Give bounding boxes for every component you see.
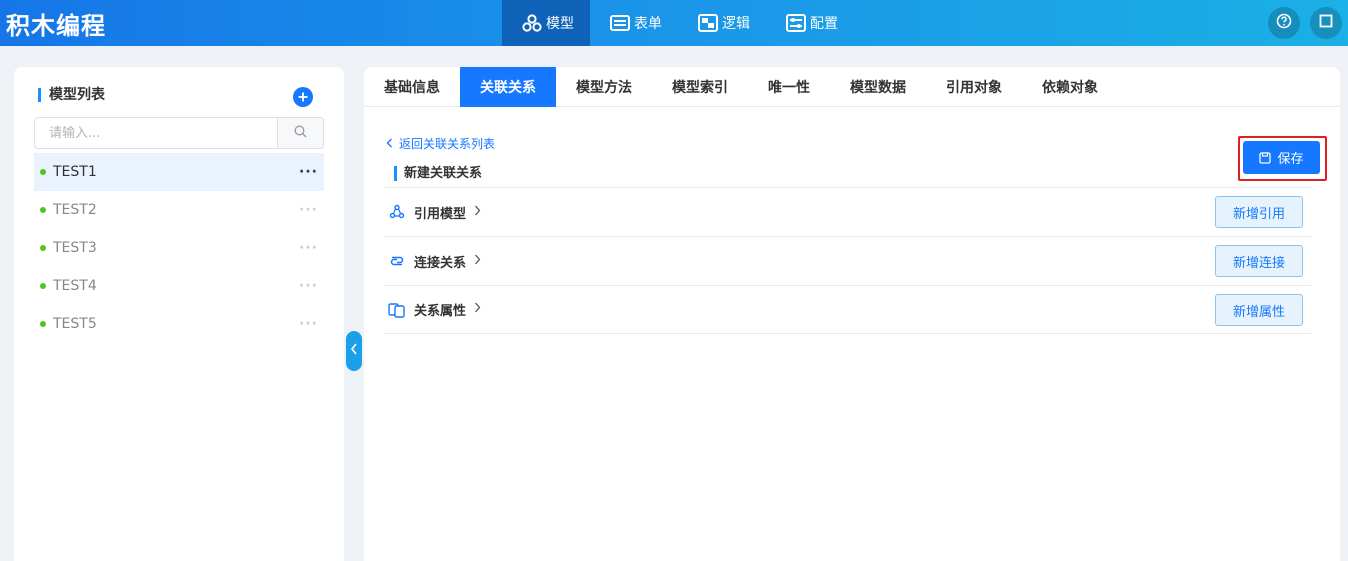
more-icon[interactable]: ··· [299,240,318,256]
save-label: 保存 [1277,152,1304,167]
logic-icon [698,13,718,33]
detail-tabs: 基础信息 关联关系 模型方法 模型索引 唯一性 模型数据 引用对象 依赖对象 [364,67,1340,107]
save-icon [1259,151,1272,164]
help-icon [1276,13,1292,33]
attribute-icon [388,301,406,319]
status-dot [40,321,46,327]
model-name: TEST4 [53,278,97,294]
model-search [34,117,324,149]
chevron-left-icon [386,137,393,151]
tab-referenced-objects[interactable]: 引用对象 [926,67,1022,107]
plus-icon [298,89,308,105]
row-label: 连接关系 [414,255,467,271]
config-icon [786,13,806,33]
top-bar: 积木编程 模型 表单 逻辑 配置 [0,0,1348,46]
tab-model-methods[interactable]: 模型方法 [556,67,652,107]
nav-item-label: 配置 [810,16,838,32]
status-dot [40,283,46,289]
tab-model-data[interactable]: 模型数据 [830,67,926,107]
help-button[interactable] [1268,7,1300,39]
status-dot [40,245,46,251]
link-icon [388,252,406,270]
row-label: 引用模型 [414,206,467,222]
model-item-test5[interactable]: TEST5 ··· [34,305,324,343]
row-link-relation: 连接关系 新增连接 [384,236,1311,285]
search-button[interactable] [277,118,323,148]
nav-item-label: 逻辑 [722,16,750,32]
tab-uniqueness[interactable]: 唯一性 [748,67,830,107]
search-icon [294,125,307,142]
nav-item-form[interactable]: 表单 [590,0,678,46]
model-name: TEST1 [53,164,97,180]
more-icon[interactable]: ··· [299,316,318,332]
tab-dependent-objects[interactable]: 依赖对象 [1022,67,1118,107]
model-item-test1[interactable]: TEST1 ··· [34,153,324,191]
tab-relations[interactable]: 关联关系 [460,67,556,107]
tab-model-index[interactable]: 模型索引 [652,67,748,107]
add-reference-button[interactable]: 新增引用 [1215,196,1303,228]
row-reference-model: 引用模型 新增引用 [384,187,1311,236]
status-dot [40,207,46,213]
fullscreen-icon [1319,14,1333,32]
add-model-button[interactable] [293,87,313,107]
row-relation-attributes: 关系属性 新增属性 [384,285,1311,334]
back-to-relations-link[interactable]: 返回关联关系列表 [386,135,495,152]
chevron-right-icon[interactable] [474,205,481,220]
relation-sections: 引用模型 新增引用 连接关系 新增连接 关系属性 新增属性 [384,187,1311,334]
model-list-panel: 模型列表 TEST1 ··· TEST2 ··· TEST3 ··· [14,67,344,561]
chevron-left-icon [350,343,358,359]
model-name: TEST2 [53,202,97,218]
form-icon [610,13,630,33]
more-icon[interactable]: ··· [299,278,318,294]
model-name: TEST5 [53,316,97,332]
model-item-test4[interactable]: TEST4 ··· [34,267,324,305]
nav-item-model[interactable]: 模型 [502,0,590,46]
add-attribute-button[interactable]: 新增属性 [1215,294,1303,326]
back-link-label: 返回关联关系列表 [399,137,496,151]
more-icon[interactable]: ··· [299,164,318,180]
model-list-title: 模型列表 [38,88,105,102]
model-name: TEST3 [53,240,97,256]
model-item-test2[interactable]: TEST2 ··· [34,191,324,229]
chevron-right-icon[interactable] [474,254,481,269]
more-icon[interactable]: ··· [299,202,318,218]
nav-item-config[interactable]: 配置 [766,0,854,46]
model-icon [522,13,542,33]
add-link-button[interactable]: 新增连接 [1215,245,1303,277]
reference-model-icon [388,203,406,221]
app-logo: 积木编程 [6,12,106,40]
main-nav: 模型 表单 逻辑 配置 [502,0,854,46]
tab-basic-info[interactable]: 基础信息 [364,67,460,107]
nav-item-label: 表单 [634,16,662,32]
section-title: 新建关联关系 [394,166,482,181]
chevron-right-icon[interactable] [474,302,481,317]
model-list: TEST1 ··· TEST2 ··· TEST3 ··· TEST4 ··· … [34,153,324,343]
status-dot [40,169,46,175]
nav-item-label: 模型 [546,16,574,32]
collapse-sidebar-button[interactable] [346,331,362,371]
model-item-test3[interactable]: TEST3 ··· [34,229,324,267]
detail-panel: 基础信息 关联关系 模型方法 模型索引 唯一性 模型数据 引用对象 依赖对象 返… [364,67,1340,561]
nav-item-logic[interactable]: 逻辑 [678,0,766,46]
row-label: 关系属性 [414,304,467,319]
fullscreen-button[interactable] [1310,7,1342,39]
save-button[interactable]: 保存 [1243,141,1320,174]
top-right-actions [1268,7,1342,39]
search-input[interactable] [35,118,277,148]
